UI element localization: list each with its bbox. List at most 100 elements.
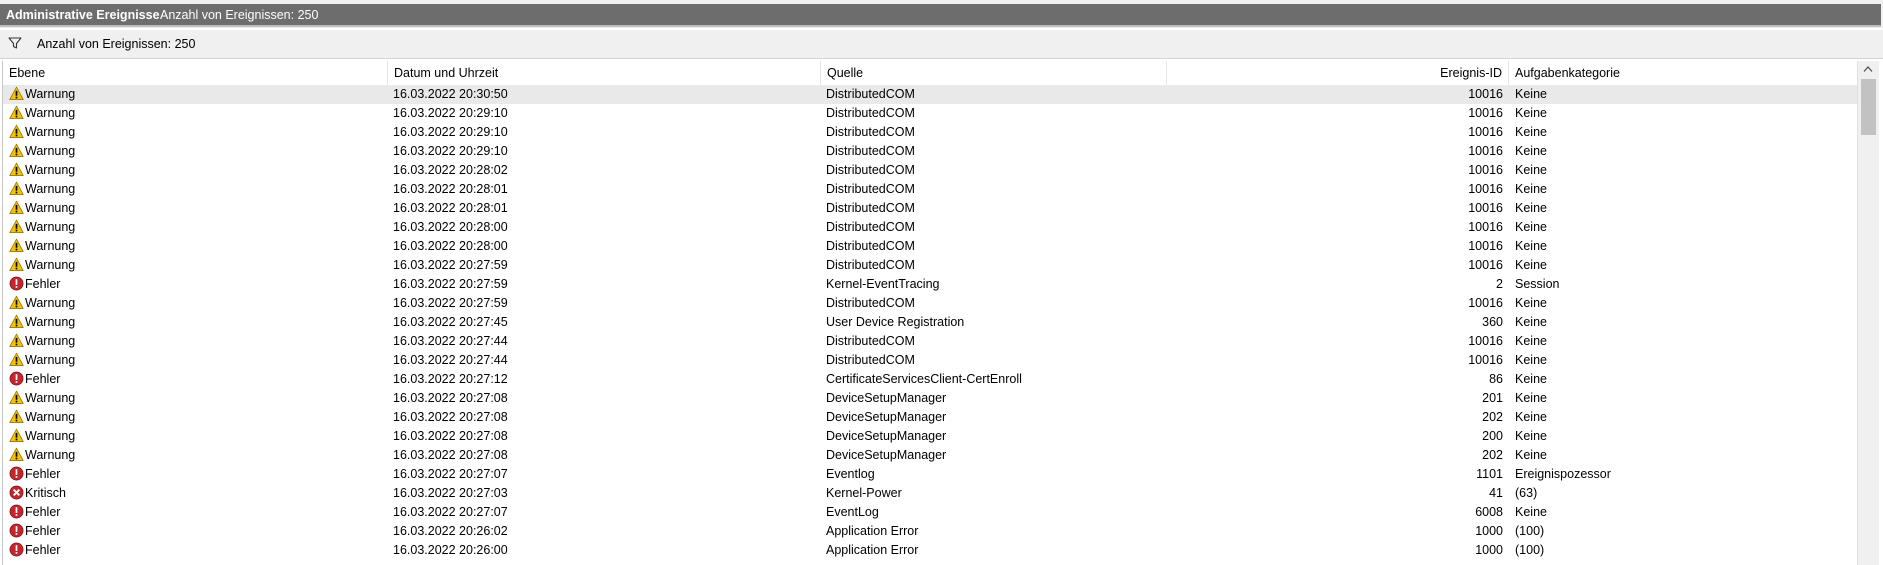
table-row[interactable]: Fehler 16.03.2022 20:26:00 Application Err… bbox=[3, 541, 1858, 560]
cell-eventid: 202 bbox=[1482, 410, 1503, 424]
column-header-eventid[interactable]: Ereignis-ID bbox=[1167, 61, 1509, 85]
table-row[interactable]: Warnung 16.03.2022 20:29:10 DistributedCOM… bbox=[3, 123, 1858, 142]
warning-icon bbox=[9, 409, 24, 423]
cell-level: Fehler bbox=[9, 275, 384, 294]
table-header: Ebene Datum und Uhrzeit Quelle Ereignis-… bbox=[3, 61, 1858, 86]
cell-category: Keine bbox=[1515, 353, 1547, 367]
table-row[interactable]: Warnung 16.03.2022 20:29:10 DistributedCOM… bbox=[3, 142, 1858, 161]
table-row[interactable]: Warnung 16.03.2022 20:30:50 DistributedCOM… bbox=[3, 85, 1858, 104]
table-row[interactable]: Fehler 16.03.2022 20:26:02 Application Err… bbox=[3, 522, 1858, 541]
cell-level: Warnung bbox=[9, 85, 384, 104]
table-row[interactable]: Warnung 16.03.2022 20:28:01 DistributedCOM… bbox=[3, 180, 1858, 199]
cell-eventid: 10016 bbox=[1468, 201, 1503, 215]
warning-icon bbox=[9, 257, 24, 271]
warning-icon bbox=[9, 390, 24, 404]
table-row[interactable]: Warnung 16.03.2022 20:27:59 DistributedCOM… bbox=[3, 294, 1858, 313]
cell-level-text: Fehler bbox=[25, 277, 61, 291]
error-icon bbox=[9, 504, 24, 519]
cell-category: Ereignispozessor bbox=[1515, 467, 1611, 481]
warning-icon bbox=[9, 143, 24, 157]
table-row[interactable]: Warnung 16.03.2022 20:28:00 DistributedCOM… bbox=[3, 218, 1858, 237]
warning-icon bbox=[9, 181, 24, 195]
table-row[interactable]: Warnung 16.03.2022 20:27:44 DistributedCOM… bbox=[3, 332, 1858, 351]
cell-level: Warnung bbox=[9, 446, 384, 465]
cell-level: Fehler bbox=[9, 465, 384, 484]
table-row[interactable]: Warnung 16.03.2022 20:29:10 DistributedCOM… bbox=[3, 104, 1858, 123]
table-row[interactable]: Warnung 16.03.2022 20:27:08 DeviceSetupMan… bbox=[3, 408, 1858, 427]
cell-level-text: Warnung bbox=[25, 258, 76, 272]
cell-category: (100) bbox=[1515, 543, 1545, 557]
cell-level: Warnung bbox=[9, 408, 384, 427]
cell-date: 16.03.2022 20:29:10 bbox=[393, 125, 508, 139]
cell-category: Keine bbox=[1515, 163, 1547, 177]
table-row[interactable]: Warnung 16.03.2022 20:27:08 DeviceSetupMan… bbox=[3, 446, 1858, 465]
cell-eventid: 201 bbox=[1482, 391, 1503, 405]
cell-eventid: 2 bbox=[1496, 277, 1503, 291]
filter-event-count: Anzahl von Ereignissen: 250 bbox=[37, 37, 196, 51]
cell-category: Keine bbox=[1515, 87, 1547, 101]
filter-icon[interactable] bbox=[8, 36, 22, 50]
cell-level: Warnung bbox=[9, 199, 384, 218]
cell-eventid: 10016 bbox=[1468, 106, 1503, 120]
warning-icon bbox=[9, 219, 24, 233]
cell-date: 16.03.2022 20:29:10 bbox=[393, 144, 508, 158]
cell-level-text: Warnung bbox=[25, 220, 76, 234]
column-header-category[interactable]: Aufgabenkategorie bbox=[1509, 61, 1858, 85]
critical-icon bbox=[9, 485, 24, 500]
cell-eventid: 10016 bbox=[1468, 220, 1503, 234]
cell-level-text: Warnung bbox=[25, 429, 76, 443]
cell-category: Keine bbox=[1515, 296, 1547, 310]
table-row[interactable]: Fehler 16.03.2022 20:27:07 Eventlog 1101 Ere… bbox=[3, 465, 1858, 484]
table-row[interactable]: Warnung 16.03.2022 20:27:45 User Device Re… bbox=[3, 313, 1858, 332]
warning-icon bbox=[9, 447, 24, 461]
table-row[interactable]: Warnung 16.03.2022 20:27:08 DeviceSetupMan… bbox=[3, 389, 1858, 408]
table-row[interactable]: Fehler 16.03.2022 20:27:12 CertificateServ… bbox=[3, 370, 1858, 389]
warning-icon bbox=[9, 200, 24, 214]
cell-eventid: 10016 bbox=[1468, 296, 1503, 310]
table-row[interactable]: Kritisch 16.03.2022 20:27:03 Kernel-Power 4… bbox=[3, 484, 1858, 503]
table-row[interactable]: Fehler 16.03.2022 20:27:07 EventLog 6008 Kei… bbox=[3, 503, 1858, 522]
cell-date: 16.03.2022 20:28:01 bbox=[393, 182, 508, 196]
cell-date: 16.03.2022 20:27:03 bbox=[393, 486, 508, 500]
table-row[interactable]: Warnung 16.03.2022 20:27:44 DistributedCOM… bbox=[3, 351, 1858, 370]
column-header-date[interactable]: Datum und Uhrzeit bbox=[388, 61, 821, 85]
cell-category: Keine bbox=[1515, 334, 1547, 348]
title-event-count: Anzahl von Ereignissen: 250 bbox=[160, 8, 319, 22]
cell-eventid: 10016 bbox=[1468, 258, 1503, 272]
cell-eventid: 1000 bbox=[1475, 543, 1503, 557]
cell-level-text: Fehler bbox=[25, 524, 61, 538]
cell-level-text: Fehler bbox=[25, 467, 61, 481]
cell-date: 16.03.2022 20:26:02 bbox=[393, 524, 508, 538]
warning-icon bbox=[9, 238, 24, 252]
table-row[interactable]: Warnung 16.03.2022 20:28:02 DistributedCOM… bbox=[3, 161, 1858, 180]
cell-level: Warnung bbox=[9, 142, 384, 161]
column-header-source[interactable]: Quelle bbox=[821, 61, 1167, 85]
vertical-scrollbar[interactable] bbox=[1857, 61, 1879, 565]
page-title: Administrative Ereignisse bbox=[6, 8, 160, 22]
cell-eventid: 10016 bbox=[1468, 353, 1503, 367]
scroll-up-arrow-icon[interactable] bbox=[1863, 65, 1873, 73]
cell-date: 16.03.2022 20:27:08 bbox=[393, 448, 508, 462]
table-row[interactable]: Warnung 16.03.2022 20:27:08 DeviceSetupMan… bbox=[3, 427, 1858, 446]
cell-eventid: 202 bbox=[1482, 448, 1503, 462]
cell-level: Warnung bbox=[9, 351, 384, 370]
cell-category: Session bbox=[1515, 277, 1560, 291]
table-row[interactable]: Warnung 16.03.2022 20:28:00 DistributedCOM… bbox=[3, 237, 1858, 256]
table-row[interactable]: Warnung 16.03.2022 20:27:59 DistributedCOM… bbox=[3, 256, 1858, 275]
cell-eventid: 10016 bbox=[1468, 182, 1503, 196]
table-row[interactable]: Warnung 16.03.2022 20:28:01 DistributedCOM… bbox=[3, 199, 1858, 218]
cell-category: Keine bbox=[1515, 125, 1547, 139]
cell-date: 16.03.2022 20:27:59 bbox=[393, 258, 508, 272]
warning-icon bbox=[9, 162, 24, 176]
scrollbar-thumb[interactable] bbox=[1861, 79, 1876, 135]
cell-level-text: Warnung bbox=[25, 239, 76, 253]
cell-date: 16.03.2022 20:27:08 bbox=[393, 391, 508, 405]
cell-date: 16.03.2022 20:28:00 bbox=[393, 220, 508, 234]
cell-level-text: Warnung bbox=[25, 296, 76, 310]
cell-level-text: Warnung bbox=[25, 410, 76, 424]
cell-category: Keine bbox=[1515, 372, 1547, 386]
table-row[interactable]: Fehler 16.03.2022 20:27:59 Kernel-EventTra… bbox=[3, 275, 1858, 294]
cell-eventid: 10016 bbox=[1468, 144, 1503, 158]
column-header-level[interactable]: Ebene bbox=[3, 61, 388, 85]
cell-level-text: Kritisch bbox=[25, 486, 66, 500]
